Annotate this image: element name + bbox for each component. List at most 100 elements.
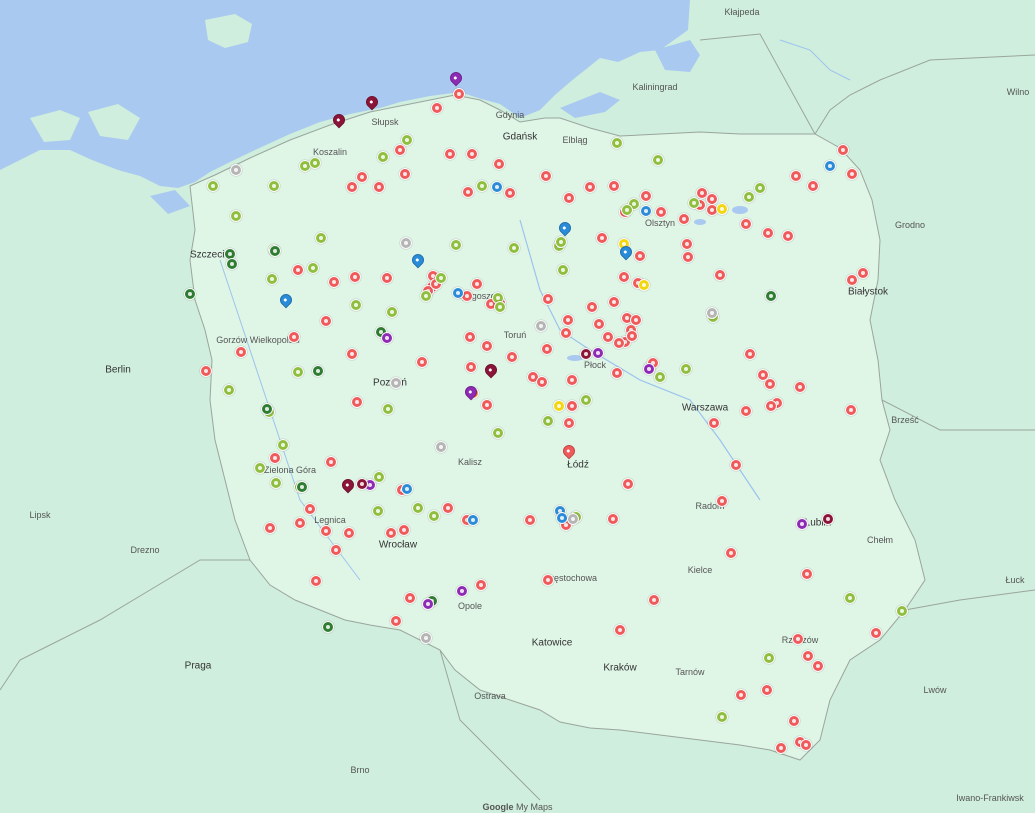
map-marker-lime[interactable]	[763, 652, 775, 664]
map-marker-lime[interactable]	[896, 605, 908, 617]
map-marker-red[interactable]	[541, 343, 553, 355]
map-marker-red[interactable]	[614, 624, 626, 636]
map-marker-red[interactable]	[562, 314, 574, 326]
map-marker-blue[interactable]	[491, 181, 503, 193]
map-marker-red[interactable]	[744, 348, 756, 360]
map-marker-red[interactable]	[762, 227, 774, 239]
map-marker-lime[interactable]	[268, 180, 280, 192]
map-marker-red[interactable]	[304, 503, 316, 515]
map-marker-lime[interactable]	[307, 262, 319, 274]
map-marker-red[interactable]	[200, 365, 212, 377]
map-marker-red[interactable]	[294, 517, 306, 529]
map-marker-red[interactable]	[812, 660, 824, 672]
map-marker-lime[interactable]	[382, 403, 394, 415]
map-marker-red[interactable]	[563, 417, 575, 429]
map-marker-lime[interactable]	[266, 273, 278, 285]
map-marker-blue[interactable]	[824, 160, 836, 172]
map-marker-red[interactable]	[444, 148, 456, 160]
map-marker-red[interactable]	[320, 525, 332, 537]
map-marker-red[interactable]	[857, 267, 869, 279]
map-marker-lime[interactable]	[372, 505, 384, 517]
map-marker-lime[interactable]	[621, 204, 633, 216]
map-marker-red[interactable]	[540, 170, 552, 182]
map-marker-red[interactable]	[330, 544, 342, 556]
map-marker-red[interactable]	[765, 400, 777, 412]
map-marker-red[interactable]	[837, 144, 849, 156]
map-marker-red[interactable]	[566, 374, 578, 386]
map-marker-red[interactable]	[351, 396, 363, 408]
map-marker-red[interactable]	[655, 206, 667, 218]
map-marker-red[interactable]	[464, 331, 476, 343]
map-marker-red[interactable]	[613, 337, 625, 349]
map-marker-red[interactable]	[740, 405, 752, 417]
map-marker-red[interactable]	[681, 238, 693, 250]
map-marker-red[interactable]	[399, 168, 411, 180]
map-marker-red[interactable]	[730, 459, 742, 471]
map-marker-red[interactable]	[292, 264, 304, 276]
map-marker-red[interactable]	[648, 594, 660, 606]
map-marker-red[interactable]	[493, 158, 505, 170]
map-marker-purple[interactable]	[643, 363, 655, 375]
map-marker-red[interactable]	[846, 168, 858, 180]
map-marker-red[interactable]	[288, 331, 300, 343]
map-marker-lime[interactable]	[277, 439, 289, 451]
map-marker-red[interactable]	[346, 181, 358, 193]
map-marker-red[interactable]	[385, 527, 397, 539]
map-marker-lime[interactable]	[254, 462, 266, 474]
map-marker-red[interactable]	[802, 650, 814, 662]
map-marker-lime[interactable]	[555, 236, 567, 248]
map-marker-purple[interactable]	[796, 518, 808, 530]
map-marker-lime[interactable]	[350, 299, 362, 311]
map-marker-lime[interactable]	[207, 180, 219, 192]
map-marker-lime[interactable]	[377, 151, 389, 163]
map-marker-gray[interactable]	[230, 164, 242, 176]
map-marker-red[interactable]	[782, 230, 794, 242]
map-marker-red[interactable]	[343, 527, 355, 539]
map-marker-red[interactable]	[560, 327, 572, 339]
map-marker-lime[interactable]	[315, 232, 327, 244]
map-marker-lime[interactable]	[844, 592, 856, 604]
map-marker-lime[interactable]	[476, 180, 488, 192]
map-marker-red[interactable]	[442, 502, 454, 514]
map-marker-red[interactable]	[566, 400, 578, 412]
map-marker-red[interactable]	[584, 181, 596, 193]
map-marker-red[interactable]	[682, 251, 694, 263]
map-marker-red[interactable]	[714, 269, 726, 281]
map-marker-red[interactable]	[310, 575, 322, 587]
map-marker-red[interactable]	[593, 318, 605, 330]
map-marker-red[interactable]	[596, 232, 608, 244]
map-marker-red[interactable]	[356, 171, 368, 183]
map-marker-red[interactable]	[775, 742, 787, 754]
map-marker-lime[interactable]	[652, 154, 664, 166]
map-marker-red[interactable]	[800, 739, 812, 751]
map-marker-red[interactable]	[725, 547, 737, 559]
map-marker-red[interactable]	[626, 330, 638, 342]
map-marker-gray[interactable]	[706, 307, 718, 319]
map-marker-red[interactable]	[373, 181, 385, 193]
map-marker-yellow[interactable]	[638, 279, 650, 291]
map-marker-red[interactable]	[870, 627, 882, 639]
map-marker-gray[interactable]	[535, 320, 547, 332]
map-marker-red[interactable]	[320, 315, 332, 327]
map-marker-red[interactable]	[346, 348, 358, 360]
map-marker-red[interactable]	[264, 522, 276, 534]
map-marker-lime[interactable]	[494, 301, 506, 313]
map-marker-lime[interactable]	[420, 290, 432, 302]
map-marker-red[interactable]	[794, 381, 806, 393]
map-marker-darkgreen[interactable]	[261, 403, 273, 415]
map-marker-red[interactable]	[618, 271, 630, 283]
map-marker-red[interactable]	[398, 524, 410, 536]
map-marker-lime[interactable]	[428, 510, 440, 522]
map-marker-red[interactable]	[608, 296, 620, 308]
map-marker-red[interactable]	[390, 615, 402, 627]
map-marker-lime[interactable]	[492, 427, 504, 439]
map-marker-red[interactable]	[465, 361, 477, 373]
map-marker-red[interactable]	[471, 278, 483, 290]
map-marker-red[interactable]	[235, 346, 247, 358]
map-canvas[interactable]: GdańskGdyniaSzczecinPoznańWarszawaŁódźWr…	[0, 0, 1035, 813]
map-marker-lime[interactable]	[557, 264, 569, 276]
map-marker-blue[interactable]	[640, 205, 652, 217]
map-marker-blue[interactable]	[401, 483, 413, 495]
map-marker-red[interactable]	[607, 513, 619, 525]
map-marker-red[interactable]	[381, 272, 393, 284]
